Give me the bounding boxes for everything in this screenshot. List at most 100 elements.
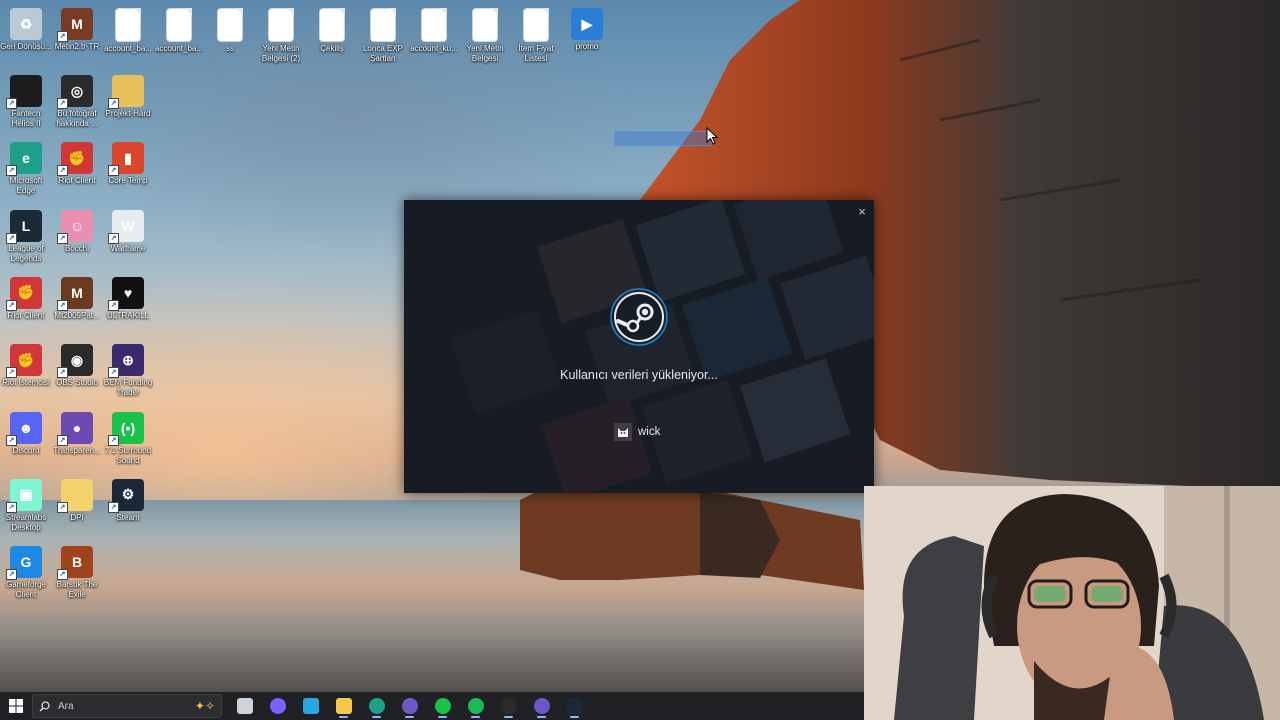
desktop-icon[interactable]: ↗ Fantech Helios II — [0, 71, 52, 129]
desktop-icon[interactable]: account_ba... — [153, 4, 205, 54]
desktop-icon-label: Steam — [116, 512, 140, 522]
spotify-icon — [467, 698, 484, 714]
taskbar-app-button[interactable] — [525, 692, 558, 720]
streamlabs-icon: ▣ ↗ — [6, 478, 42, 513]
taskbar-app-button[interactable] — [558, 692, 591, 720]
taskbar-apps — [228, 692, 591, 720]
desktop-icon[interactable]: ▶ promo — [561, 4, 613, 52]
desktop-icon[interactable]: ● ↗ Transparen... — [51, 408, 103, 456]
mouse-icon: ↗ — [6, 75, 42, 109]
steam-loading-dialog: × Kullanıcı verileri yükleniyor... wick — [404, 200, 874, 493]
desktop-icon-label: Gameforge Client — [5, 580, 47, 600]
discord-icon — [533, 698, 550, 714]
taskbar-app-button[interactable] — [294, 692, 327, 720]
desktop-icon-label: account_ba... — [154, 44, 204, 53]
riot-icon: ✊ ↗ — [6, 276, 42, 311]
desktop-icon-label: Çekiliş — [320, 44, 344, 53]
desktop-icon[interactable]: W ↗ Warframe — [102, 206, 154, 254]
anime-character-icon: ☺ ↗ — [57, 209, 93, 244]
start-button[interactable] — [0, 692, 32, 720]
desktop-icon[interactable]: ✊ ↗ Riot İstemcisi — [0, 340, 52, 388]
desktop-icon[interactable]: Yeni Metin Belgesi — [459, 4, 511, 64]
globe-icon: ⊕ ↗ — [108, 344, 144, 379]
desktop-icon[interactable]: ♻ Geri Dönüşü... — [0, 4, 52, 52]
desktop-icon-label: promo — [575, 42, 599, 51]
desktop-icon-label: Bocchi — [64, 243, 89, 253]
desktop-icon-label: account_ku... — [410, 44, 458, 53]
desktop-icon[interactable]: M ↗ Metin2.tr-TR — [51, 4, 103, 52]
desktop-icon[interactable]: Lonca EXP Şartları — [357, 4, 409, 64]
taskbar-app-button[interactable] — [492, 692, 525, 720]
desktop-icon[interactable]: G ↗ Gameforge Client — [0, 542, 52, 600]
streamer-webcam-feed — [864, 486, 1280, 720]
taskbar-app-button[interactable] — [261, 692, 294, 720]
taskbar-app-button[interactable] — [228, 692, 261, 720]
desktop-icon[interactable]: ◉ ↗ OBS Studio — [51, 340, 103, 388]
barsuk-icon: B ↗ — [57, 546, 93, 581]
task-view-icon — [236, 698, 253, 714]
desktop-icon-label: Lonca EXP Şartları — [362, 44, 404, 63]
camera-aperture-icon: ◎ ↗ — [57, 75, 93, 109]
desktop-icon[interactable]: e ↗ Microsoft Edge — [0, 138, 52, 196]
close-icon[interactable]: × — [854, 204, 870, 220]
riot-icon: ✊ ↗ — [57, 142, 93, 177]
desktop-icon[interactable]: ✊ ↗ Riot Client — [51, 138, 103, 186]
desktop-icon[interactable]: ↗ Projekt-Hard — [102, 71, 154, 119]
desktop-icon[interactable]: L ↗ League of Legends — [0, 206, 52, 264]
desktop-icon[interactable]: ↗ DPI — [51, 475, 103, 523]
username: wick — [638, 426, 661, 438]
shortcut-arrow-icon: ↗ — [6, 165, 17, 177]
shortcut-arrow-icon: ↗ — [57, 165, 68, 177]
obs-icon: ◉ ↗ — [57, 344, 93, 379]
desktop-icon[interactable]: (•) ↗ 7.1 Surround Sound — [102, 408, 154, 466]
taskbar-app-button[interactable] — [360, 692, 393, 720]
desktop-icon-label: Mt2009Pat... — [54, 310, 100, 320]
desktop-icon[interactable]: ⊕ ↗ BEM Funding Trader — [102, 340, 154, 398]
desktop-icon[interactable]: ▣ ↗ Streamlabs Desktop — [0, 475, 52, 533]
taskbar: Ara ✦✧ — [0, 692, 864, 720]
taskbar-app-button[interactable] — [426, 692, 459, 720]
taskbar-app-button[interactable] — [459, 692, 492, 720]
desktop-icon-label: Riot Client — [58, 176, 96, 186]
taskbar-search[interactable]: Ara ✦✧ — [32, 694, 222, 718]
text-file-icon — [268, 8, 294, 42]
desktop-icon[interactable]: ♥ ↗ ULTRAKILL — [102, 273, 154, 321]
desktop-icon-label: Riot İstemcisi — [2, 378, 50, 388]
desktop-icon[interactable]: account_ba... — [102, 4, 154, 54]
shortcut-arrow-icon: ↗ — [108, 232, 119, 244]
desktop-icon[interactable]: ☺ ↗ Bocchi — [51, 206, 103, 254]
desktop-icon[interactable]: İtem Fiyat Listesi — [510, 4, 562, 64]
desktop-icon[interactable]: ✊ ↗ Riot Client — [0, 273, 52, 321]
shortcut-arrow-icon: ↗ — [108, 367, 119, 379]
aperture-app-icon — [500, 698, 517, 714]
desktop-icon[interactable]: ◎ ↗ Bu fotoğraf hakkında ... — [51, 71, 103, 129]
desktop-icon[interactable]: ☻ ↗ Discord — [0, 408, 52, 456]
desktop-icon[interactable]: Çekiliş — [306, 4, 358, 54]
user-badge: wick — [614, 422, 660, 442]
desktop-icon-label: Core Temp — [108, 176, 148, 186]
file-explorer-icon — [335, 698, 352, 714]
taskbar-app-button[interactable] — [393, 692, 426, 720]
ultrakill-icon: ♥ ↗ — [108, 276, 144, 311]
dialog-background-tiles — [404, 200, 874, 493]
desktop-icon[interactable]: M ↗ Mt2009Pat... — [51, 273, 103, 321]
document-icon — [370, 8, 396, 42]
text-file-icon — [217, 8, 243, 42]
core-temp-icon: ▮ ↗ — [108, 142, 144, 177]
desktop-icon-label: League of Legends — [8, 243, 44, 263]
webcam-overlay — [864, 486, 1280, 720]
desktop-icon[interactable]: B ↗ Barsuk The Exile — [51, 542, 103, 600]
desktop-icon[interactable]: ss — [204, 4, 256, 54]
desktop-icon[interactable]: ⚙ ↗ Steam — [102, 475, 154, 523]
desktop-icon[interactable]: Yeni Metin Belgesi (2) — [255, 4, 307, 64]
copilot-icon — [269, 698, 286, 714]
document-icon — [319, 8, 345, 42]
metin2-icon: M ↗ — [57, 8, 93, 42]
desktop-icon[interactable]: account_ku... — [408, 4, 460, 54]
search-placeholder: Ara — [58, 700, 74, 712]
shortcut-arrow-icon: ↗ — [57, 98, 68, 109]
taskbar-app-button[interactable] — [327, 692, 360, 720]
desktop-icon-label: account_ba... — [103, 44, 153, 53]
desktop-icon[interactable]: ▮ ↗ Core Temp — [102, 138, 154, 186]
desktop-icon-label: OBS Studio — [56, 378, 98, 388]
